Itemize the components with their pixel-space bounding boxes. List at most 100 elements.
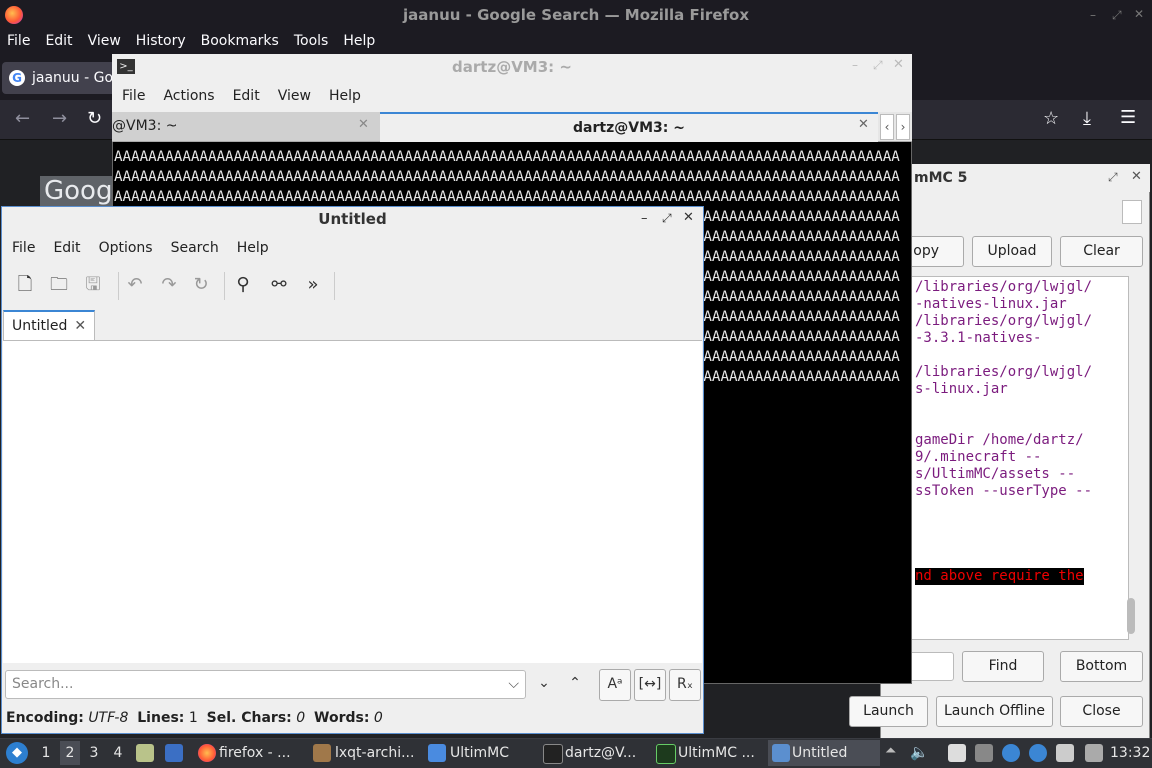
clear-button[interactable]: Clear: [1060, 236, 1143, 267]
menu-view[interactable]: View: [81, 30, 129, 52]
clipboard-icon[interactable]: [948, 744, 966, 762]
tab-close-icon[interactable]: ✕: [74, 318, 86, 334]
tab-close-icon[interactable]: ✕: [858, 117, 869, 132]
close-button[interactable]: Close: [1060, 696, 1143, 727]
menu-history[interactable]: History: [129, 30, 194, 52]
downloads-icon[interactable]: ⤓: [1083, 108, 1091, 129]
ultimmc-maximize-icon[interactable]: ⤢: [1108, 170, 1118, 185]
taskbar-ultimmc-2[interactable]: UltimMC ...: [678, 741, 755, 765]
more-chevron-icon[interactable]: »: [302, 274, 324, 296]
ultimmc-close-icon[interactable]: ✕: [1131, 169, 1142, 184]
replace-icon[interactable]: ⚯: [268, 274, 290, 296]
taskbar-terminal[interactable]: dartz@V...: [565, 741, 636, 765]
log-scrollbar[interactable]: [1127, 598, 1135, 634]
terminal-tab-1-label: @VM3: ~: [112, 118, 178, 134]
term-menu-view[interactable]: View: [268, 80, 319, 112]
terminal-icon: [543, 744, 563, 764]
desktop-2[interactable]: 2: [60, 741, 80, 765]
search-input[interactable]: Search... ⌵: [5, 670, 526, 699]
open-folder-icon[interactable]: 🗀: [48, 274, 70, 296]
upload-button[interactable]: Upload: [972, 236, 1052, 267]
undo-icon[interactable]: ↶: [124, 274, 146, 296]
network-icon[interactable]: [975, 744, 993, 762]
lines-label: Lines:: [137, 710, 185, 726]
desktop-4[interactable]: 4: [108, 741, 128, 765]
minimize-icon[interactable]: –: [1090, 8, 1096, 22]
menu-tools[interactable]: Tools: [287, 30, 337, 52]
redo-icon[interactable]: ↷: [158, 274, 180, 296]
featherpad-tab[interactable]: Untitled ✕: [3, 310, 95, 341]
new-file-icon[interactable]: 🗋: [14, 274, 36, 296]
find-next-chevron-down-icon[interactable]: ⌄: [529, 669, 559, 699]
terminal-close-icon[interactable]: ✕: [893, 57, 904, 72]
encoding-label: Encoding:: [6, 710, 84, 726]
launch-button[interactable]: Launch: [849, 696, 928, 727]
notification-icon[interactable]: [1002, 744, 1020, 762]
volume-icon[interactable]: 🔈: [910, 743, 929, 761]
desktop-3[interactable]: 3: [84, 741, 104, 765]
menu-file[interactable]: File: [0, 30, 38, 52]
fp-menu-help[interactable]: Help: [227, 234, 277, 262]
display-icon[interactable]: [1056, 744, 1074, 762]
start-menu-icon[interactable]: ◆: [6, 742, 28, 764]
match-case-icon[interactable]: Aᵃ: [599, 669, 631, 701]
whole-word-icon[interactable]: [↔]: [634, 669, 666, 701]
show-desktop-icon[interactable]: [165, 744, 183, 762]
fp-close-icon[interactable]: ✕: [683, 210, 694, 225]
taskbar-lxqt-archiver[interactable]: lxqt-archi...: [335, 741, 414, 765]
clock[interactable]: 13:32: [1110, 741, 1150, 765]
taskbar-untitled[interactable]: Untitled: [792, 741, 847, 765]
file-manager-icon[interactable]: [136, 744, 154, 762]
tab-close-icon[interactable]: ✕: [358, 117, 369, 132]
text-editor-area[interactable]: [3, 340, 702, 663]
terminal-tab-2[interactable]: dartz@VM3: ~: [380, 112, 878, 142]
close-icon[interactable]: ✕: [1134, 7, 1144, 21]
terminal-line: AAAAAAAAAAAAAAAAAAAAAAAAAAAAAAAAAAAAAAAA…: [114, 149, 900, 165]
forward-icon[interactable]: →: [52, 108, 67, 129]
reload-icon[interactable]: ↻: [190, 274, 212, 296]
term-menu-help[interactable]: Help: [319, 80, 369, 112]
hamburger-menu-icon[interactable]: ☰: [1120, 107, 1136, 128]
log-line: -natives-linux.jar: [915, 296, 1067, 312]
bottom-button[interactable]: Bottom: [1060, 651, 1143, 682]
bookmark-star-icon[interactable]: ☆: [1043, 108, 1059, 129]
tab-scroll-right-icon[interactable]: ›: [896, 114, 910, 140]
log-line-error-row: nd above require the: [885, 568, 1128, 588]
terminal-minimize-icon[interactable]: –: [852, 58, 858, 72]
save-icon[interactable]: 🖫: [82, 274, 104, 296]
term-menu-actions[interactable]: Actions: [153, 80, 222, 112]
keyboard-icon[interactable]: [1085, 744, 1103, 762]
fp-maximize-icon[interactable]: ⤢: [662, 211, 672, 226]
fp-minimize-icon[interactable]: –: [641, 211, 648, 226]
tray-arrow-icon[interactable]: ⏶: [885, 743, 896, 759]
terminal-maximize-icon[interactable]: ⤢: [873, 58, 883, 73]
maximize-icon[interactable]: ⤢: [1112, 8, 1122, 23]
launch-offline-button[interactable]: Launch Offline: [936, 696, 1053, 727]
menu-bookmarks[interactable]: Bookmarks: [194, 30, 287, 52]
ultimmc-log[interactable]: /libraries/org/lwjgl/ -natives-linux.jar…: [884, 276, 1129, 640]
terminal-tab-1[interactable]: @VM3: ~: [112, 112, 380, 141]
fp-menu-search[interactable]: Search: [161, 234, 227, 262]
desktop-1[interactable]: 1: [36, 741, 56, 765]
term-menu-file[interactable]: File: [112, 80, 153, 112]
featherpad-title: Untitled: [318, 210, 387, 228]
update-icon[interactable]: [1029, 744, 1047, 762]
menu-edit[interactable]: Edit: [38, 30, 80, 52]
regex-icon[interactable]: Rₓ: [669, 669, 701, 701]
taskbar-firefox[interactable]: firefox - ...: [219, 741, 291, 765]
tab-scroll-left-icon[interactable]: ‹: [880, 114, 894, 140]
search-history-chevron-icon[interactable]: ⌵: [508, 671, 519, 698]
menu-help[interactable]: Help: [336, 30, 383, 52]
find-button[interactable]: Find: [962, 651, 1044, 682]
log-line: ssToken --userType --: [915, 483, 1093, 499]
search-icon[interactable]: ⚲: [232, 274, 254, 296]
fp-menu-file[interactable]: File: [2, 234, 43, 262]
toolbar-divider: [224, 272, 225, 300]
reload-icon[interactable]: ↻: [87, 108, 102, 129]
fp-menu-options[interactable]: Options: [89, 234, 161, 262]
back-icon[interactable]: ←: [15, 108, 30, 129]
fp-menu-edit[interactable]: Edit: [43, 234, 88, 262]
find-prev-chevron-up-icon[interactable]: ⌃: [560, 669, 590, 699]
term-menu-edit[interactable]: Edit: [223, 80, 268, 112]
taskbar-ultimmc[interactable]: UltimMC: [450, 741, 509, 765]
